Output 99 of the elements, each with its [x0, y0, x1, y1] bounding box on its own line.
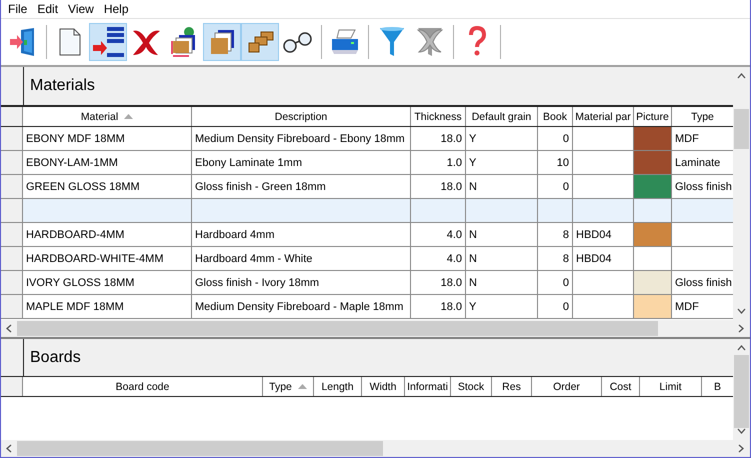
row-header[interactable] — [1, 127, 23, 150]
table-cell: Gloss finish - Green 18mm — [195, 180, 326, 192]
table-cell: 0 — [562, 276, 569, 288]
table-cell: 8 — [562, 252, 569, 264]
table-cell: Y — [469, 156, 476, 168]
table-cell: 18.0 — [440, 300, 462, 312]
table-cell: 18.0 — [440, 180, 462, 192]
table-cell: HARDBOARD-4MM — [26, 228, 124, 240]
row-header[interactable] — [1, 247, 23, 270]
table-cell: Hardboard 4mm - White — [195, 252, 312, 264]
table-row[interactable]: IVORY GLOSS 18MM Gloss finish - Ivory 18mm 18.0 N 0 Gloss finish — [1, 271, 733, 295]
table-cell: EBONY-LAM-1MM — [26, 156, 118, 168]
panel-title: Boards — [29, 348, 81, 368]
row-header[interactable] — [1, 295, 23, 318]
table-cell: 10 — [556, 156, 569, 168]
row-header[interactable] — [1, 175, 23, 198]
funnel-icon — [379, 26, 405, 58]
table-cell: 0 — [562, 132, 569, 144]
table-cell: 4.0 — [446, 228, 462, 240]
table-cell: HBD04 — [576, 228, 612, 240]
table-row[interactable]: HARDBOARD-4MM Hardboard 4mm 4.0 N 8 HBD04 — [1, 223, 733, 247]
glasses-icon — [282, 30, 314, 54]
table-cell: Gloss finish — [675, 276, 732, 288]
blank-page-icon — [57, 27, 83, 57]
table-cell: MDF — [675, 300, 699, 312]
printer-icon — [329, 28, 361, 56]
row-header[interactable] — [1, 271, 23, 294]
column-header[interactable]: Res — [492, 377, 532, 396]
table-cell: Y — [469, 132, 476, 144]
table-cell: 0 — [562, 300, 569, 312]
panel-title: Materials — [29, 76, 95, 96]
table-cell: Y — [469, 300, 476, 312]
offcuts-button[interactable] — [241, 23, 279, 61]
table-cell: EBONY MDF 18MM — [26, 132, 125, 144]
scrollbar-thumb[interactable] — [17, 441, 384, 456]
column-header[interactable]: Default grain — [466, 107, 538, 126]
table-cell: N — [469, 180, 477, 192]
table-cell: N — [469, 252, 477, 264]
insert-button[interactable] — [89, 23, 127, 61]
scrollbar-thumb[interactable] — [17, 321, 658, 336]
column-header[interactable]: Material — [23, 107, 192, 126]
table-row[interactable] — [1, 199, 733, 223]
question-mark-icon — [467, 26, 487, 58]
table-cell: Ebony Laminate 1mm — [195, 156, 302, 168]
row-header[interactable] — [1, 223, 23, 246]
table-cell: N — [469, 228, 477, 240]
sort-up-icon — [298, 384, 307, 389]
scrollbar-thumb[interactable] — [734, 109, 749, 149]
column-header[interactable]: Material par — [573, 107, 634, 126]
table-cell: 18.0 — [440, 132, 462, 144]
table-cell: Hardboard 4mm — [195, 228, 274, 240]
column-header[interactable]: Order — [532, 377, 602, 396]
insert-list-icon — [91, 25, 125, 59]
table-row[interactable]: EBONY-LAM-1MM Ebony Laminate 1mm 1.0 Y 10 Laminate — [1, 151, 733, 175]
column-header[interactable]: Picture — [634, 107, 672, 126]
table-cell: Laminate — [675, 156, 720, 168]
column-header[interactable]: Board code — [23, 377, 263, 396]
crossed-funnel-icon — [415, 26, 445, 58]
column-header[interactable]: Type — [263, 377, 314, 396]
table-cell: MAPLE MDF 18MM — [26, 300, 124, 312]
column-header[interactable]: Informati — [405, 377, 451, 396]
table-row[interactable]: HARDBOARD-WHITE-4MM Hardboard 4mm - White 4.0 N 8 HBD04 — [1, 247, 733, 271]
column-header[interactable]: Book — [538, 107, 573, 126]
menu-item[interactable]: Help — [98, 2, 134, 16]
table-cell: N — [469, 276, 477, 288]
menu-item[interactable]: Edit — [32, 2, 64, 16]
table-cell: Medium Density Fibreboard - Ebony 18mm — [195, 132, 405, 144]
table-cell: 1.0 — [446, 156, 462, 168]
sheets-button[interactable] — [203, 23, 241, 61]
row-header[interactable] — [1, 151, 23, 174]
table-cell: 4.0 — [446, 252, 462, 264]
column-header[interactable]: Cost — [602, 377, 640, 396]
table-cell: Medium Density Fibreboard - Maple 18mm — [195, 300, 404, 312]
table-cell: HBD04 — [576, 252, 612, 264]
sort-up-icon — [124, 114, 134, 119]
column-header[interactable]: Width — [362, 377, 405, 396]
table-cell: Gloss finish - Ivory 18mm — [195, 276, 320, 288]
table-cell: HARDBOARD-WHITE-4MM — [26, 252, 164, 264]
table-row[interactable]: EBONY MDF 18MM Medium Density Fibreboard - Ebony 18mm 18.0 Y 0 MDF — [1, 127, 733, 151]
door-arrow-icon — [9, 27, 37, 57]
vertical-scrollbar[interactable] — [733, 67, 750, 320]
table-row[interactable]: MAPLE MDF 18MM Medium Density Fibreboard - Maple 18mm 18.0 Y 0 MDF — [1, 295, 733, 319]
table-cell: MDF — [675, 132, 699, 144]
table-cell: GREEN GLOSS 18MM — [26, 180, 140, 192]
column-header[interactable]: Stock — [451, 377, 492, 396]
table-cell: IVORY GLOSS 18MM — [26, 276, 134, 288]
column-header[interactable]: Limit — [640, 377, 702, 396]
table-cell: 0 — [562, 180, 569, 192]
menu-item[interactable]: View — [63, 2, 99, 16]
table-cell: 18.0 — [440, 276, 462, 288]
scrollbar-thumb[interactable] — [734, 355, 749, 428]
table-cell: Gloss finish — [675, 180, 732, 192]
column-header[interactable]: Thickness — [411, 107, 466, 126]
vertical-scrollbar[interactable] — [733, 339, 750, 440]
table-cell: 8 — [562, 228, 569, 240]
column-header[interactable]: Description — [192, 107, 411, 126]
column-header[interactable]: Length — [314, 377, 362, 396]
menu-item[interactable]: File — [3, 2, 32, 16]
row-header[interactable] — [1, 199, 23, 222]
